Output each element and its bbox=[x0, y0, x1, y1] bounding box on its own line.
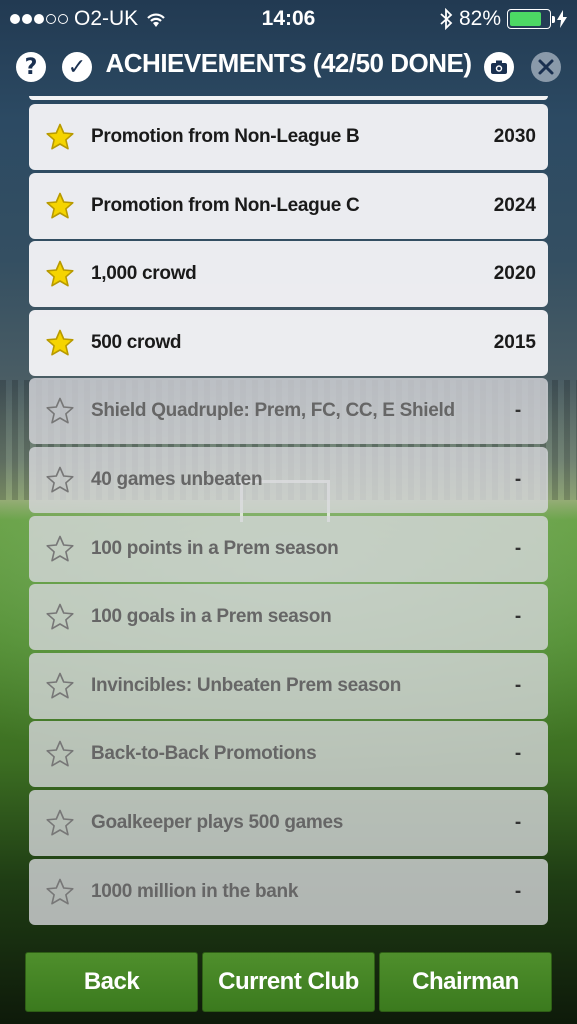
achievement-label: Promotion from Non-League B bbox=[91, 126, 360, 147]
star-filled-icon bbox=[29, 260, 91, 288]
achievement-year: 2015 bbox=[493, 331, 536, 353]
current-club-button[interactable]: Current Club bbox=[202, 952, 375, 1012]
achievement-year: - bbox=[514, 743, 522, 765]
achievement-label: Invincibles: Unbeaten Prem season bbox=[91, 674, 402, 696]
achievements-list[interactable]: Promotion from Non-League B 2030 Promotion… bbox=[29, 96, 548, 928]
star-outline-icon bbox=[29, 466, 91, 494]
achievement-row: Shield Quadruple: Prem, FC, CC, E Shield… bbox=[29, 378, 548, 445]
achievement-label: 1000 million in the bank bbox=[91, 880, 299, 902]
camera-icon[interactable] bbox=[484, 52, 514, 82]
achievement-label: 40 games unbeaten bbox=[91, 469, 263, 490]
achievement-year: - bbox=[514, 469, 522, 490]
charging-icon bbox=[557, 10, 567, 28]
page-title: ACHIEVEMENTS (42/50 DONE) bbox=[105, 48, 472, 78]
back-button[interactable]: Back bbox=[25, 952, 198, 1012]
achievement-year: - bbox=[514, 880, 522, 902]
previous-row-edge bbox=[29, 96, 548, 100]
status-right: 82% bbox=[439, 7, 567, 31]
star-outline-icon bbox=[29, 809, 91, 837]
achievement-label: Shield Quadruple: Prem, FC, CC, E Shield bbox=[91, 400, 455, 422]
achievement-label: 1,000 crowd bbox=[91, 263, 197, 285]
achievement-row: 40 games unbeaten - bbox=[29, 447, 548, 513]
achievement-row: Invincibles: Unbeaten Prem season - bbox=[29, 652, 548, 719]
achievement-row: Promotion from Non-League B 2030 bbox=[29, 104, 548, 170]
star-outline-icon bbox=[29, 878, 91, 906]
achievement-label: Promotion from Non-League C bbox=[91, 194, 360, 216]
achievement-label: Goalkeeper plays 500 games bbox=[91, 812, 344, 833]
header-bar: ? ✓ ACHIEVEMENTS (42/50 DONE) bbox=[0, 38, 577, 96]
star-outline-icon bbox=[29, 535, 91, 563]
achievement-row: 500 crowd 2015 bbox=[29, 309, 548, 376]
achievement-row: Goalkeeper plays 500 games - bbox=[29, 790, 548, 856]
achievement-year: - bbox=[514, 400, 522, 422]
checkmark-icon[interactable]: ✓ bbox=[62, 52, 92, 82]
achievement-label: 500 crowd bbox=[91, 331, 182, 353]
battery-icon bbox=[507, 9, 555, 29]
star-outline-icon bbox=[29, 740, 91, 768]
bluetooth-icon bbox=[440, 8, 453, 30]
achievement-year: - bbox=[514, 674, 522, 696]
achievement-label: Back-to-Back Promotions bbox=[91, 743, 317, 765]
star-outline-icon bbox=[29, 672, 91, 700]
status-bar: O2-UK 14:06 82% bbox=[0, 0, 577, 38]
achievement-year: 2020 bbox=[493, 263, 536, 285]
star-outline-icon bbox=[29, 397, 91, 425]
bottom-button-bar: Back Current Club Chairman bbox=[0, 952, 577, 1012]
star-filled-icon bbox=[29, 123, 91, 151]
achievement-label: 100 goals in a Prem season bbox=[91, 606, 332, 628]
achievement-year: 2030 bbox=[493, 126, 536, 147]
achievement-year: 2024 bbox=[493, 194, 536, 216]
achievement-year: - bbox=[514, 537, 522, 559]
achievement-label: 100 points in a Prem season bbox=[91, 537, 339, 559]
achievement-year: - bbox=[514, 606, 522, 628]
star-outline-icon bbox=[29, 603, 91, 631]
achievement-row: Back-to-Back Promotions - bbox=[29, 721, 548, 788]
achievement-row: Promotion from Non-League C 2024 bbox=[29, 172, 548, 239]
achievement-year: - bbox=[514, 812, 522, 833]
achievement-row: 100 goals in a Prem season - bbox=[29, 584, 548, 651]
help-icon[interactable]: ? bbox=[16, 52, 46, 82]
star-filled-icon bbox=[29, 192, 91, 220]
battery-percent: 82% bbox=[458, 7, 501, 30]
achievement-row: 1000 million in the bank - bbox=[29, 858, 548, 925]
achievement-row: 100 points in a Prem season - bbox=[29, 515, 548, 582]
achievement-row: 1,000 crowd 2020 bbox=[29, 241, 548, 308]
tools-icon[interactable] bbox=[531, 52, 561, 82]
star-filled-icon bbox=[29, 329, 91, 357]
battery-fill bbox=[510, 12, 542, 26]
chairman-button[interactable]: Chairman bbox=[379, 952, 552, 1012]
